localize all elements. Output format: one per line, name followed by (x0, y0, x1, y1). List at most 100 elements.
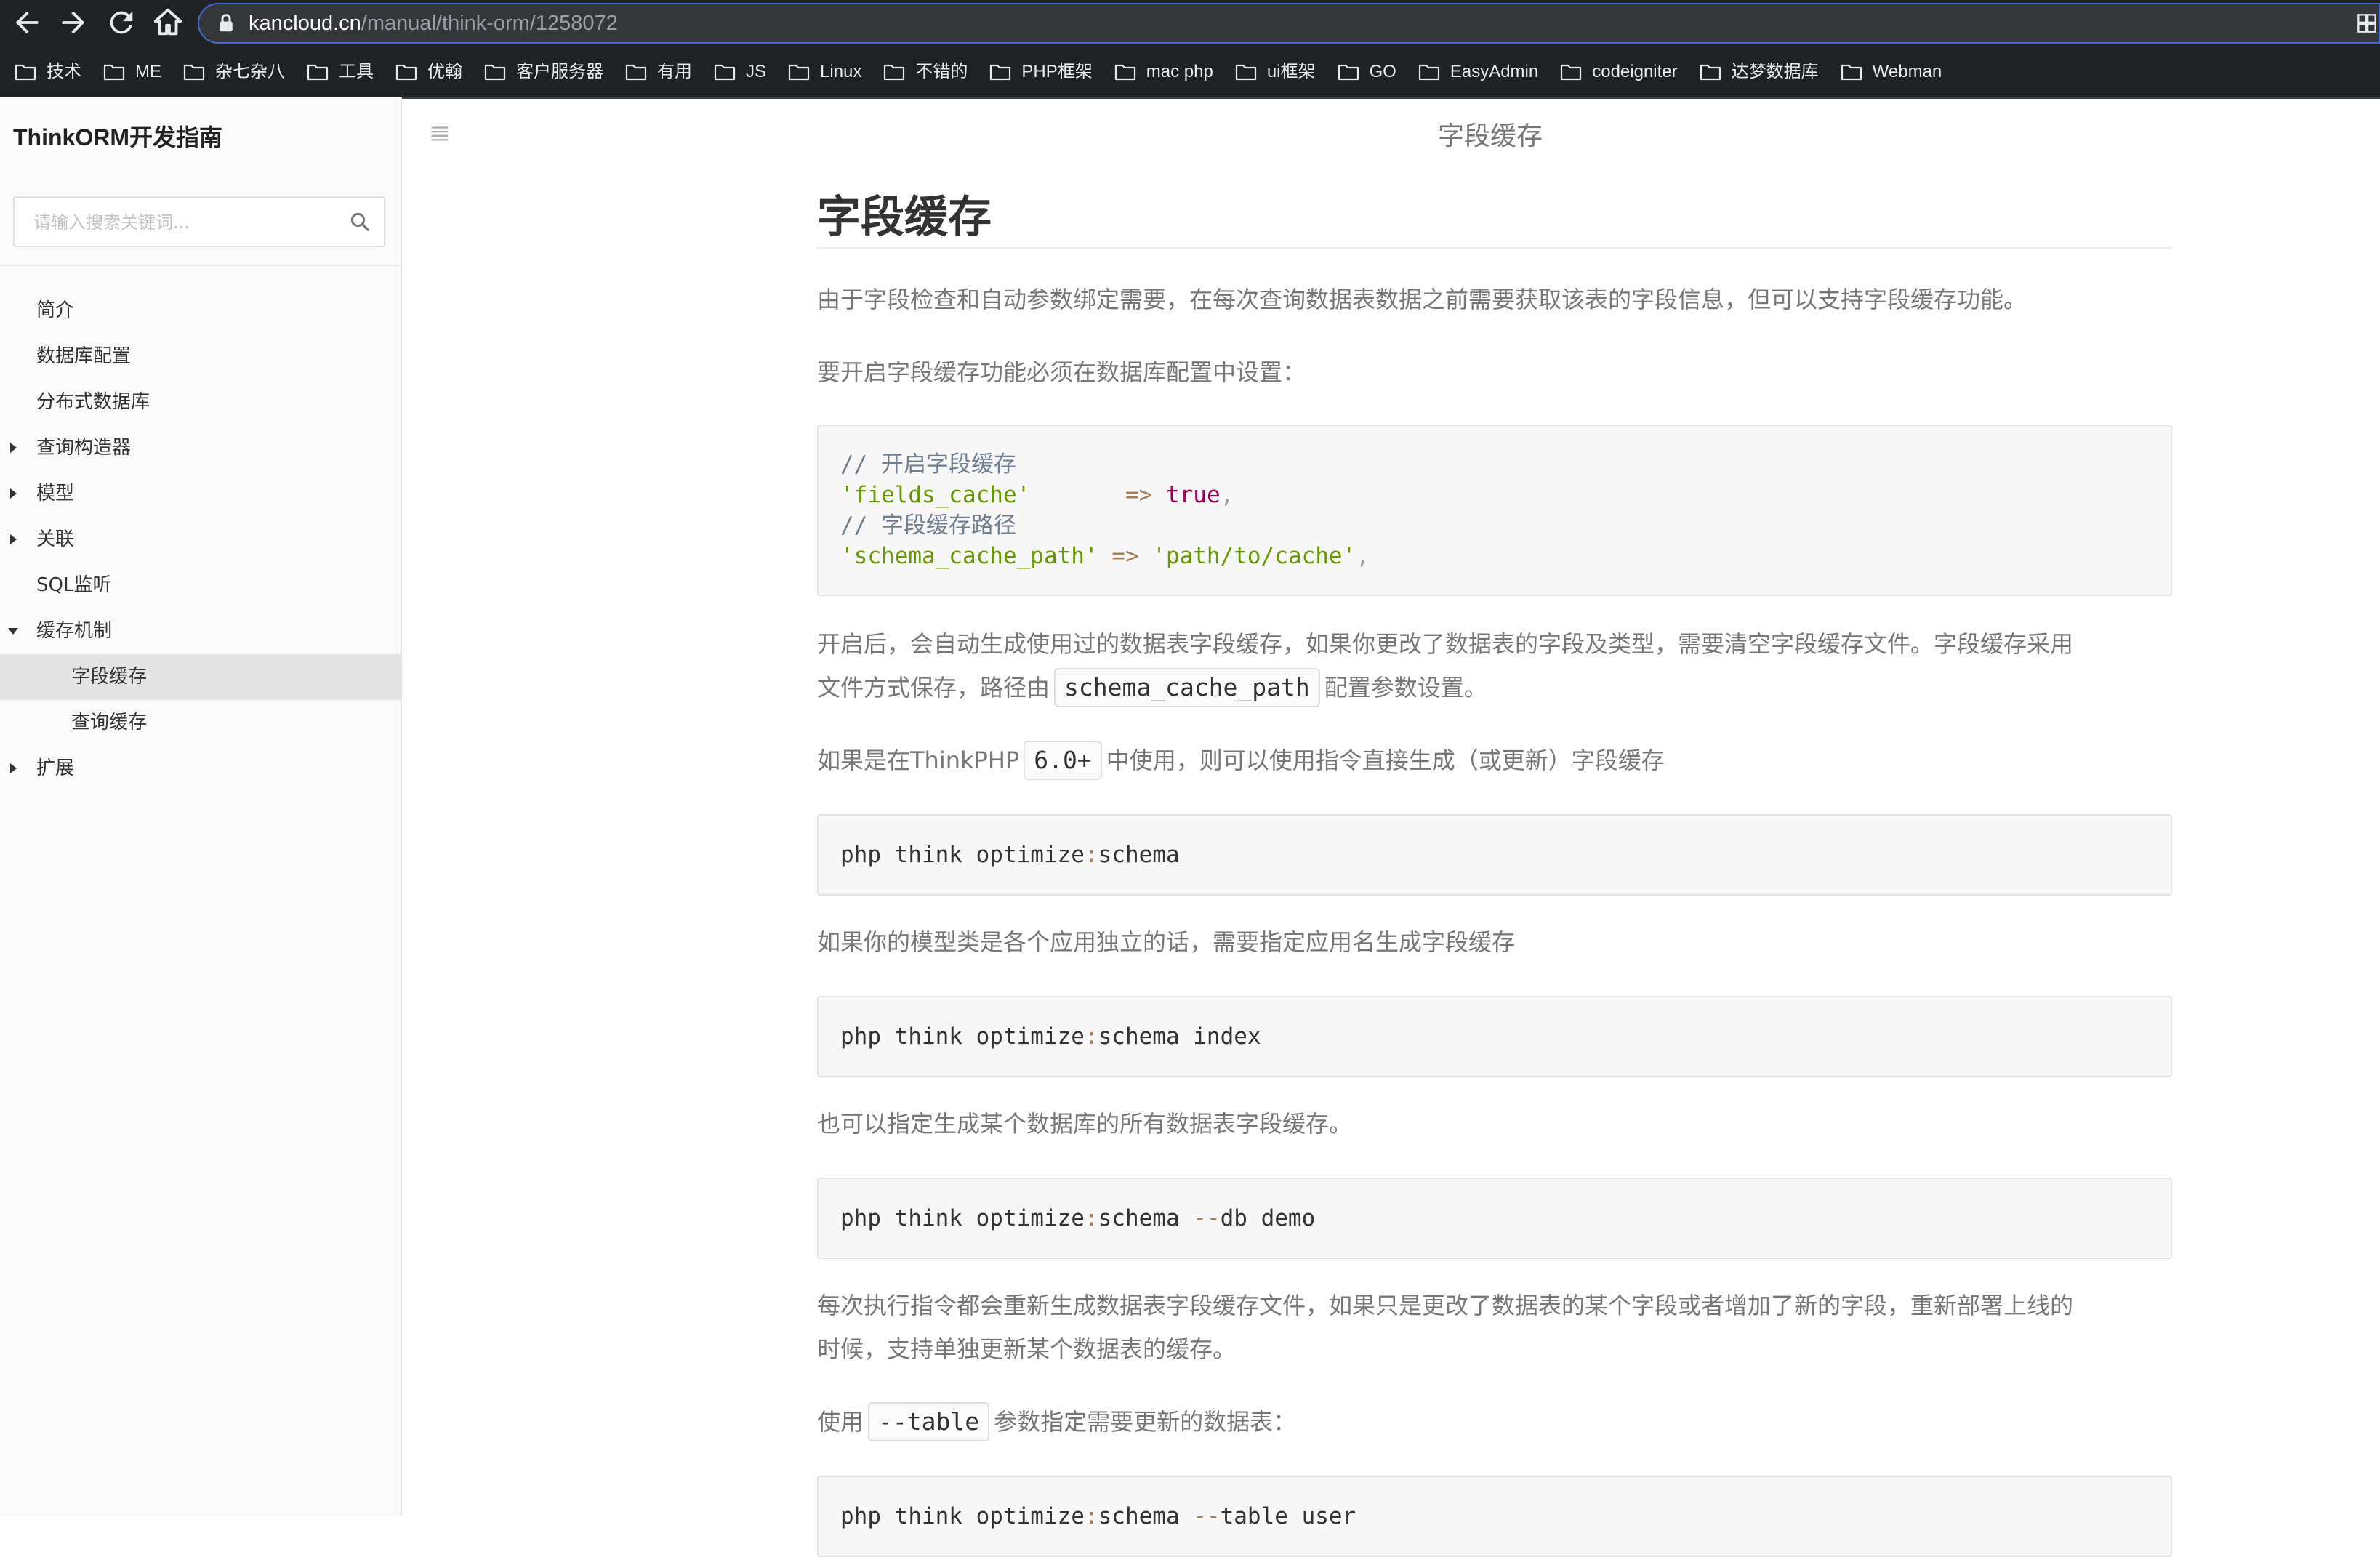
paragraph: 由于字段检查和自动参数绑定需要，在每次查询数据表数据之前需要获取该表的字段信息，… (817, 286, 2027, 313)
paragraph-text: 开启后，会自动生成使用过的数据表字段缓存，如果你更改了数据表的字段及类型，需要清… (817, 630, 2074, 658)
bookmark-label: 技术 (47, 62, 81, 81)
folder-icon (103, 64, 125, 81)
bookmark-folder[interactable]: ui框架 (1235, 60, 1316, 84)
sidebar-item-label: 关联 (36, 528, 75, 550)
browser-toolbar: kancloud.cn/manual/think-orm/1258072 (0, 0, 2380, 46)
paragraph-text: 参数指定需要更新的数据表： (994, 1408, 1297, 1436)
folder-icon (183, 64, 205, 81)
sidebar-item[interactable]: 分布式数据库 (0, 379, 401, 425)
extensions-grid-icon[interactable] (2357, 13, 2377, 33)
sidebar-item[interactable]: 字段缓存 (0, 654, 401, 700)
paragraph: 每次执行指令都会重新生成数据表字段缓存文件，如果只是更改了数据表的某个字段或者增… (817, 1284, 2172, 1371)
sidebar-item[interactable]: 模型 (0, 471, 401, 517)
bookmark-folder[interactable]: Webman (1841, 60, 1942, 84)
caret-right-icon[interactable] (7, 534, 19, 545)
paragraph-text: 中使用，则可以使用指令直接生成（或更新）字段缓存 (1106, 747, 1665, 774)
bookmark-label: 杂七杂八 (215, 62, 285, 81)
bookmark-label: ME (135, 62, 161, 81)
forward-icon[interactable] (57, 6, 90, 39)
bookmark-folder[interactable]: EasyAdmin (1418, 60, 1538, 84)
inline-code: 6.0+ (1024, 741, 1102, 780)
code-block-optimize: php think optimize:schema (817, 814, 2172, 896)
sidebar-item[interactable]: 扩展 (0, 746, 401, 792)
sidebar-item[interactable]: 数据库配置 (0, 334, 401, 379)
bookmark-label: 达梦数据库 (1731, 62, 1819, 81)
sidebar-item[interactable]: 查询构造器 (0, 425, 401, 471)
caret-down-icon[interactable] (7, 625, 19, 637)
book-title[interactable]: ThinkORM开发指南 (13, 119, 222, 153)
sidebar-item-label: 查询缓存 (71, 712, 148, 733)
bookmark-label: ui框架 (1266, 62, 1316, 81)
sidebar-item-label: 扩展 (36, 757, 75, 779)
reload-icon[interactable] (105, 6, 138, 39)
sidebar-item-label: SQL监听 (36, 574, 112, 596)
address-bar[interactable]: kancloud.cn/manual/think-orm/1258072 (198, 3, 2380, 44)
bookmark-folder[interactable]: JS (714, 60, 766, 84)
bookmark-label: Webman (1872, 62, 1942, 81)
menu-toggle-icon[interactable] (429, 122, 451, 144)
code-line: php think optimize:schema --table user (840, 1503, 1356, 1529)
search-box (13, 196, 385, 247)
sidebar-item[interactable]: 缓存机制 (0, 608, 401, 654)
code-line: php think optimize:schema (840, 842, 1180, 868)
bookmark-folder[interactable]: 有用 (625, 60, 692, 84)
folder-icon (1561, 64, 1582, 81)
bookmark-folder[interactable]: GO (1338, 60, 1396, 84)
folder-icon (788, 64, 810, 81)
folder-icon (1338, 64, 1359, 81)
bookmark-folder[interactable]: ME (103, 60, 161, 84)
bookmarks-bar: 技术 ME 杂七杂八 工具 优翰 客户服务器 有用 JS Linux 不错的 PHP框架 mac ph… (0, 46, 2380, 99)
code-block-optimize-table: php think optimize:schema --table user (817, 1476, 2172, 1557)
bookmark-label: 不错的 (915, 62, 968, 81)
folder-icon (625, 64, 647, 81)
paragraph: 使用 --table 参数指定需要更新的数据表： (817, 1400, 2172, 1444)
bookmark-folder[interactable]: 达梦数据库 (1700, 60, 1819, 84)
folder-icon (1841, 64, 1862, 81)
bookmark-folder[interactable]: 不错的 (883, 60, 968, 84)
bookmark-label: 客户服务器 (516, 62, 603, 81)
bookmark-folder[interactable]: 工具 (307, 60, 374, 84)
bookmark-folder[interactable]: mac php (1114, 60, 1213, 84)
sidebar-item[interactable]: 关联 (0, 517, 401, 563)
caret-right-icon[interactable] (7, 763, 19, 774)
bookmark-label: 工具 (339, 62, 374, 81)
sidebar-item-label: 缓存机制 (36, 620, 113, 642)
back-icon[interactable] (10, 6, 44, 39)
sidebar-item-label: 简介 (36, 299, 75, 321)
bookmark-folder[interactable]: 技术 (15, 60, 81, 84)
bookmark-folder[interactable]: 优翰 (395, 60, 462, 84)
bookmark-folder[interactable]: codeigniter (1560, 60, 1678, 84)
search-input[interactable] (32, 198, 340, 247)
paragraph-text: 每次执行指令都会重新生成数据表字段缓存文件，如果只是更改了数据表的某个字段或者增… (817, 1292, 2074, 1319)
sidebar-divider (0, 265, 401, 266)
code-line: php think optimize:schema index (840, 1023, 1261, 1050)
paragraph: 也可以指定生成某个数据库的所有数据表字段缓存。 (817, 1110, 1353, 1138)
paragraph-text: 时候，支持单独更新某个数据表的缓存。 (817, 1335, 1237, 1363)
caret-right-icon[interactable] (7, 488, 19, 499)
bookmark-label: GO (1369, 62, 1396, 81)
bookmark-folder[interactable]: 客户服务器 (484, 60, 603, 84)
sidebar-item[interactable]: SQL监听 (0, 563, 401, 608)
inline-code: schema_cache_path (1054, 668, 1320, 707)
sidebar-item-label: 查询构造器 (36, 437, 132, 459)
folder-icon (307, 64, 329, 81)
bookmark-folder[interactable]: PHP框架 (989, 60, 1093, 84)
paragraph: 开启后，会自动生成使用过的数据表字段缓存，如果你更改了数据表的字段及类型，需要清… (817, 622, 2172, 709)
bookmark-label: 有用 (657, 62, 692, 81)
bookmark-folder[interactable]: 杂七杂八 (183, 60, 285, 84)
code-line: // 字段缓存路径 (840, 512, 1016, 539)
sidebar-item[interactable]: 简介 (0, 288, 401, 334)
folder-icon (15, 64, 36, 81)
search-icon[interactable] (349, 211, 371, 233)
caret-right-icon[interactable] (7, 442, 19, 454)
home-icon[interactable] (151, 6, 185, 39)
sidebar-item[interactable]: 查询缓存 (0, 700, 401, 746)
paragraph-text: 如果是在ThinkPHP (817, 747, 1020, 774)
sidebar: ThinkORM开发指南 简介数据库配置分布式数据库查询构造器模型关联 SQL监听… (0, 97, 402, 1516)
sidebar-item-label: 模型 (36, 483, 75, 504)
sidebar-item-label: 字段缓存 (71, 666, 148, 688)
sidebar-item-label: 分布式数据库 (36, 391, 150, 413)
folder-icon (1114, 64, 1135, 81)
bookmark-label: 优翰 (427, 62, 462, 81)
bookmark-folder[interactable]: Linux (788, 60, 861, 84)
